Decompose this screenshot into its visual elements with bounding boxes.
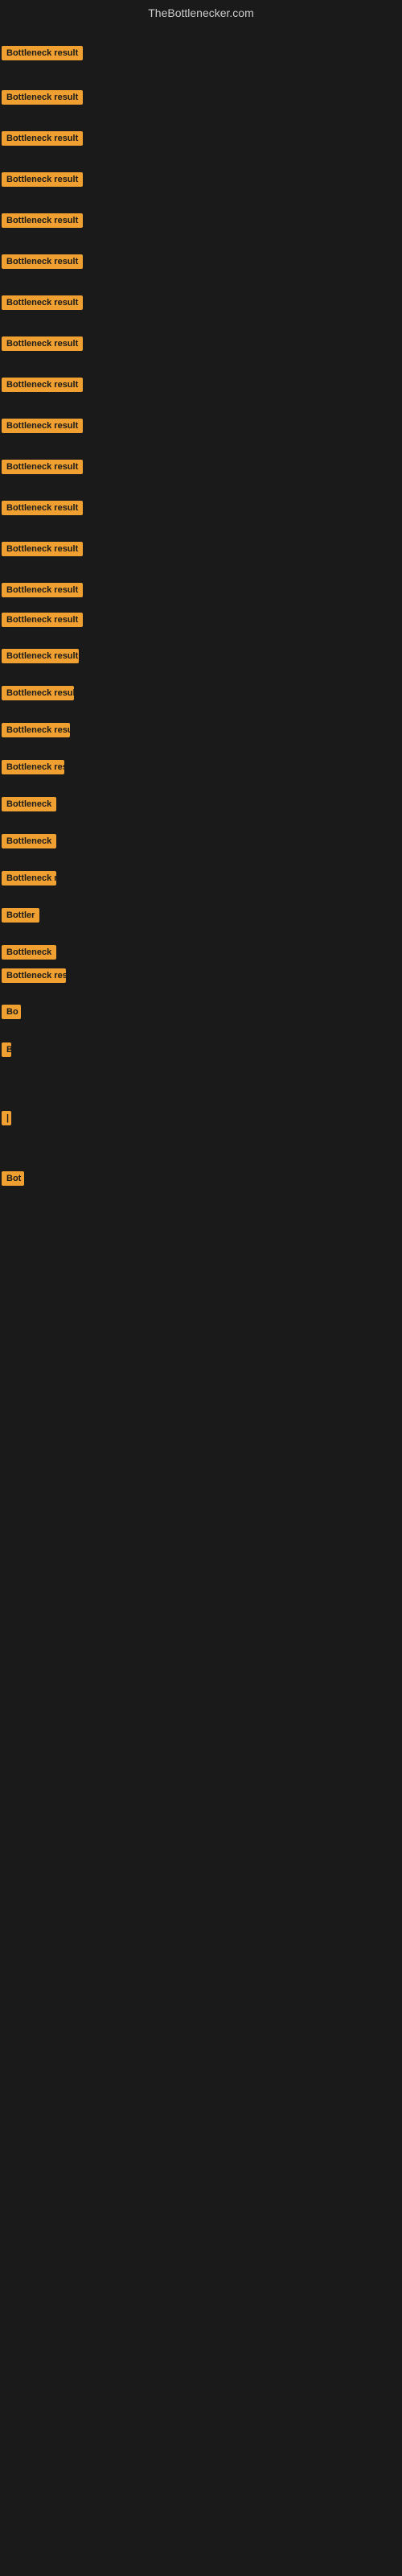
- bottleneck-result-badge[interactable]: Bottleneck result: [2, 295, 83, 310]
- bottleneck-result-badge[interactable]: Bottleneck result: [2, 213, 83, 228]
- bottleneck-result-badge[interactable]: Bottleneck result: [2, 46, 83, 60]
- bottleneck-result-badge[interactable]: Bottleneck result: [2, 760, 64, 774]
- bottleneck-result-badge[interactable]: Bottleneck result: [2, 649, 79, 663]
- bottleneck-result-badge[interactable]: Bottleneck result: [2, 378, 83, 392]
- bottleneck-result-badge[interactable]: Bottleneck result: [2, 460, 83, 474]
- bottleneck-result-badge[interactable]: Bottleneck result: [2, 723, 70, 737]
- bottleneck-result-badge[interactable]: Bottleneck result: [2, 254, 83, 269]
- bottleneck-result-badge[interactable]: Bottleneck result: [2, 968, 66, 983]
- bottleneck-result-badge[interactable]: Bottleneck result: [2, 501, 83, 515]
- site-title: TheBottlenecker.com: [148, 6, 254, 19]
- bottleneck-result-badge[interactable]: Bottleneck result: [2, 542, 83, 556]
- bottleneck-result-badge[interactable]: Bottleneck r: [2, 871, 56, 886]
- bottleneck-result-badge[interactable]: Bottler: [2, 908, 39, 923]
- bottleneck-result-badge[interactable]: Bo: [2, 1005, 21, 1019]
- bottleneck-result-badge[interactable]: Bottleneck result: [2, 90, 83, 105]
- bottleneck-result-badge[interactable]: Bottleneck result: [2, 131, 83, 146]
- bottleneck-result-badge[interactable]: Bottleneck result: [2, 686, 74, 700]
- bottleneck-result-badge[interactable]: B: [2, 1042, 11, 1057]
- bottleneck-result-badge[interactable]: Bottleneck result: [2, 419, 83, 433]
- bottleneck-result-badge[interactable]: Bottleneck: [2, 945, 56, 960]
- bottleneck-result-badge[interactable]: Bottleneck result: [2, 583, 83, 597]
- bottleneck-result-badge[interactable]: |: [2, 1111, 11, 1125]
- bottleneck-result-badge[interactable]: Bottleneck: [2, 797, 56, 811]
- bottleneck-result-badge[interactable]: Bottleneck result: [2, 336, 83, 351]
- bottleneck-result-badge[interactable]: Bot: [2, 1171, 24, 1186]
- bottleneck-result-badge[interactable]: Bottleneck result: [2, 172, 83, 187]
- bottleneck-result-badge[interactable]: Bottleneck result: [2, 613, 83, 627]
- bottleneck-result-badge[interactable]: Bottleneck: [2, 834, 56, 848]
